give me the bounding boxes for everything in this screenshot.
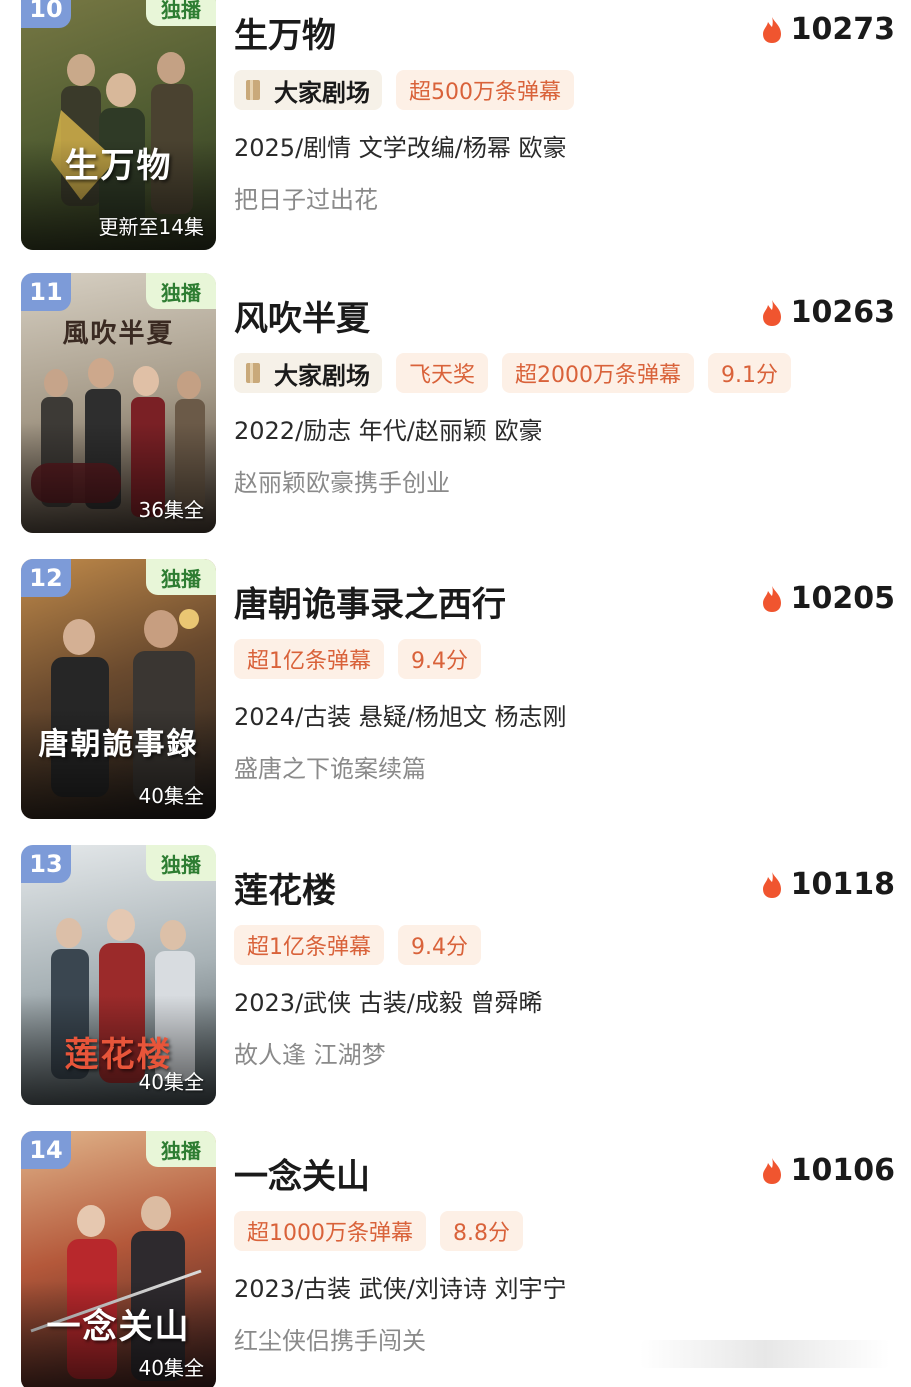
rank-badge: 14: [21, 1131, 71, 1169]
book-icon: [246, 80, 260, 100]
tag: 超500万条弹幕: [396, 70, 574, 110]
episode-count: 40集全: [138, 1070, 204, 1094]
heat-value: 10106: [790, 1153, 895, 1188]
exclusive-badge: 独播: [146, 559, 216, 595]
drama-meta: 2024/古装 悬疑/杨旭文 杨志刚: [234, 703, 567, 731]
drama-meta: 2022/励志 年代/赵丽颖 欧豪: [234, 417, 543, 445]
tag-row: 超1000万条弹幕 8.8分: [234, 1211, 523, 1251]
drama-title[interactable]: 一念关山: [234, 1149, 370, 1198]
rank-badge: 11: [21, 273, 71, 311]
poster-title: 生万物: [64, 146, 173, 186]
poster[interactable]: 13 独播 莲花楼 40集全: [21, 845, 216, 1105]
tag: 9.4分: [398, 639, 481, 679]
tag: 8.8分: [440, 1211, 523, 1251]
episode-count: 40集全: [138, 784, 204, 808]
exclusive-badge: 独播: [146, 0, 216, 26]
drama-title[interactable]: 莲花楼: [234, 863, 336, 912]
drama-description: 赵丽颖欧豪携手创业: [234, 469, 450, 497]
book-icon: [246, 363, 260, 383]
drama-description: 红尘侠侣携手闯关: [234, 1327, 426, 1355]
poster[interactable]: 12 独播 唐朝詭事錄 40集全: [21, 559, 216, 819]
flame-icon: [762, 299, 781, 326]
theater-tag: 大家剧场: [234, 70, 382, 110]
heat-value: 10205: [790, 581, 895, 616]
tag: 飞天奖: [396, 353, 489, 393]
theater-tag: 大家剧场: [234, 353, 382, 393]
drama-meta: 2023/武侠 古装/成毅 曾舜晞: [234, 989, 543, 1017]
list-item[interactable]: 10 独播 生万物 更新至14集 生万物 10273 大家剧场 超500万条弹幕…: [0, 0, 911, 252]
theater-label: 大家剧场: [274, 77, 370, 107]
tag-row: 大家剧场 飞天奖 超2000万条弹幕 9.1分: [234, 353, 792, 393]
drama-description: 把日子过出花: [234, 186, 378, 214]
heat-score: 10118: [761, 867, 895, 902]
list-item[interactable]: 13 独播 莲花楼 40集全 莲花楼 10118 超1亿条弹幕 9.4分 202…: [0, 845, 911, 1107]
poster-title: 風吹半夏: [62, 319, 175, 349]
tag: 超2000万条弹幕: [502, 353, 695, 393]
theater-label: 大家剧场: [274, 360, 370, 390]
tag: 9.4分: [398, 925, 481, 965]
flame-icon: [762, 585, 781, 612]
list-item[interactable]: 11 独播 風吹半夏 36集全 风吹半夏 10263 大家剧场 飞天奖 超200…: [0, 273, 911, 535]
drama-description: 故人逢 江湖梦: [234, 1041, 386, 1069]
exclusive-badge: 独播: [146, 273, 216, 309]
heat-score: 10263: [761, 295, 895, 330]
episode-count: 40集全: [138, 1356, 204, 1380]
poster[interactable]: 11 独播 風吹半夏 36集全: [21, 273, 216, 533]
drama-meta: 2023/古装 武侠/刘诗诗 刘宇宁: [234, 1275, 567, 1303]
tag-row: 超1亿条弹幕 9.4分: [234, 925, 481, 965]
poster-title: 唐朝詭事錄: [38, 727, 199, 762]
exclusive-badge: 独播: [146, 1131, 216, 1167]
heat-score: 10205: [761, 581, 895, 616]
rank-badge: 10: [21, 0, 71, 28]
heat-score: 10106: [761, 1153, 895, 1188]
list-item[interactable]: 12 独播 唐朝詭事錄 40集全 唐朝诡事录之西行 10205 超1亿条弹幕 9…: [0, 559, 911, 821]
heat-score: 10273: [761, 12, 895, 47]
tag: 超1亿条弹幕: [234, 925, 384, 965]
drama-title[interactable]: 风吹半夏: [234, 291, 370, 340]
poster-title: 一念关山: [46, 1307, 191, 1347]
rank-badge: 12: [21, 559, 71, 597]
tag-row: 大家剧场 超500万条弹幕: [234, 70, 574, 110]
poster[interactable]: 14 独播 一念关山 40集全: [21, 1131, 216, 1387]
flame-icon: [762, 1157, 781, 1184]
poster[interactable]: 10 独播 生万物 更新至14集: [21, 0, 216, 250]
heat-value: 10118: [790, 867, 895, 902]
drama-description: 盛唐之下诡案续篇: [234, 755, 426, 783]
exclusive-badge: 独播: [146, 845, 216, 881]
episode-count: 更新至14集: [98, 215, 204, 239]
drama-meta: 2025/剧情 文学改编/杨幂 欧豪: [234, 134, 567, 162]
drama-title[interactable]: 生万物: [234, 8, 336, 57]
heat-value: 10273: [790, 12, 895, 47]
flame-icon: [762, 16, 781, 43]
drama-ranking-list: 10 独播 生万物 更新至14集 生万物 10273 大家剧场 超500万条弹幕…: [0, 0, 911, 1387]
tag: 9.1分: [708, 353, 792, 393]
tag-row: 超1亿条弹幕 9.4分: [234, 639, 481, 679]
heat-value: 10263: [790, 295, 895, 330]
episode-count: 36集全: [138, 498, 204, 522]
watermark: [640, 1340, 890, 1368]
flame-icon: [762, 871, 781, 898]
drama-title[interactable]: 唐朝诡事录之西行: [234, 577, 506, 626]
tag: 超1000万条弹幕: [234, 1211, 426, 1251]
rank-badge: 13: [21, 845, 71, 883]
tag: 超1亿条弹幕: [234, 639, 384, 679]
